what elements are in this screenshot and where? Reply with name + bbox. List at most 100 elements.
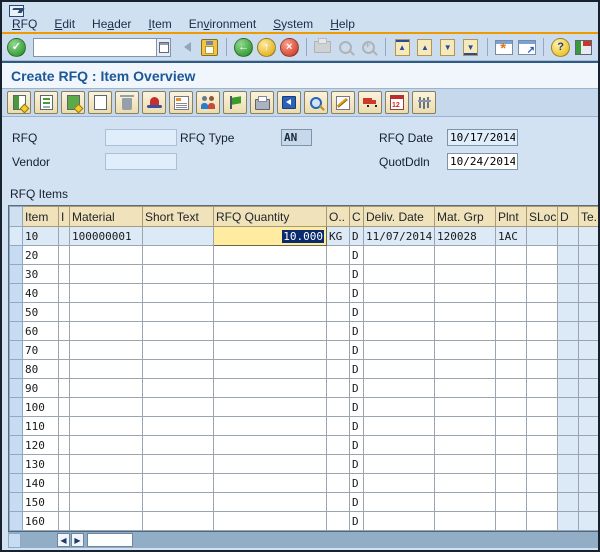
cell-material[interactable] <box>70 265 143 284</box>
cell-c[interactable]: D <box>350 265 364 284</box>
cell-mat_grp[interactable] <box>435 512 496 531</box>
cell-short_text[interactable] <box>143 360 214 379</box>
cell-plnt[interactable] <box>496 455 527 474</box>
account-assignments-button[interactable] <box>331 91 355 114</box>
cell-short_text[interactable] <box>143 303 214 322</box>
cell-rfq_quantity[interactable] <box>214 360 327 379</box>
row-selector[interactable] <box>10 341 23 360</box>
exit-button[interactable]: ↑ <box>256 36 277 58</box>
cell-item[interactable]: 150 <box>23 493 59 512</box>
cell-i[interactable] <box>59 341 70 360</box>
column-header-mat_grp[interactable]: Mat. Grp <box>435 207 496 227</box>
cell-c[interactable]: D <box>350 379 364 398</box>
row-selector[interactable] <box>10 322 23 341</box>
column-header-item[interactable]: Item <box>23 207 59 227</box>
cell-rfq_quantity[interactable] <box>214 512 327 531</box>
cell-item[interactable]: 50 <box>23 303 59 322</box>
cell-item[interactable]: 90 <box>23 379 59 398</box>
column-header-oun[interactable]: O.. <box>327 207 350 227</box>
row-selector[interactable] <box>10 379 23 398</box>
cell-material[interactable] <box>70 246 143 265</box>
cell-material[interactable] <box>70 512 143 531</box>
cell-item[interactable]: 160 <box>23 512 59 531</box>
first-page-button[interactable]: ▲ <box>392 36 413 58</box>
cell-mat_grp[interactable] <box>435 322 496 341</box>
cell-c[interactable]: D <box>350 398 364 417</box>
cell-sloc[interactable] <box>527 284 558 303</box>
cell-te[interactable] <box>579 284 600 303</box>
horizontal-scrollbar[interactable]: ◀ ▶ <box>8 531 598 548</box>
save-button[interactable] <box>200 36 221 58</box>
menu-item-header[interactable]: Header <box>92 17 131 31</box>
row-selector[interactable] <box>10 474 23 493</box>
cell-item[interactable]: 100 <box>23 398 59 417</box>
delivery-address-button[interactable] <box>358 91 382 114</box>
technical-settings-button[interactable] <box>412 91 436 114</box>
cell-plnt[interactable] <box>496 474 527 493</box>
cell-plnt[interactable] <box>496 436 527 455</box>
cell-i[interactable] <box>59 246 70 265</box>
cell-plnt[interactable]: 1AC <box>496 227 527 246</box>
cell-te[interactable] <box>579 246 600 265</box>
cell-rfq_quantity[interactable] <box>214 246 327 265</box>
cell-d[interactable] <box>558 227 579 246</box>
vendor-address-button[interactable] <box>196 91 220 114</box>
cell-oun[interactable] <box>327 284 350 303</box>
cell-oun[interactable] <box>327 303 350 322</box>
cell-short_text[interactable] <box>143 455 214 474</box>
row-selector[interactable] <box>10 265 23 284</box>
cell-te[interactable] <box>579 455 600 474</box>
cell-material[interactable] <box>70 341 143 360</box>
cell-oun[interactable] <box>327 512 350 531</box>
cell-oun[interactable] <box>327 493 350 512</box>
cell-d[interactable] <box>558 379 579 398</box>
cell-i[interactable] <box>59 455 70 474</box>
column-header-short_text[interactable]: Short Text <box>143 207 214 227</box>
cell-c[interactable]: D <box>350 436 364 455</box>
cell-item[interactable]: 120 <box>23 436 59 455</box>
cell-plnt[interactable] <box>496 341 527 360</box>
cell-short_text[interactable] <box>143 398 214 417</box>
cell-c[interactable]: D <box>350 246 364 265</box>
new-session-button[interactable] <box>494 36 515 58</box>
cell-i[interactable] <box>59 227 70 246</box>
quot-ddln-field[interactable] <box>447 153 518 170</box>
cell-mat_grp[interactable] <box>435 474 496 493</box>
cell-te[interactable] <box>579 436 600 455</box>
vendor-field[interactable] <box>105 153 177 170</box>
cell-te[interactable] <box>579 512 600 531</box>
scroll-right-button[interactable]: ▶ <box>71 533 84 547</box>
cell-plnt[interactable] <box>496 379 527 398</box>
cell-d[interactable] <box>558 417 579 436</box>
cell-sloc[interactable] <box>527 512 558 531</box>
row-selector[interactable] <box>10 303 23 322</box>
cell-te[interactable] <box>579 398 600 417</box>
select-all-header[interactable] <box>10 207 23 227</box>
cell-item[interactable]: 70 <box>23 341 59 360</box>
cell-oun[interactable] <box>327 246 350 265</box>
cell-c[interactable]: D <box>350 455 364 474</box>
cell-te[interactable] <box>579 379 600 398</box>
cell-item[interactable]: 130 <box>23 455 59 474</box>
header-texts-button[interactable] <box>169 91 193 114</box>
cell-sloc[interactable] <box>527 379 558 398</box>
cell-c[interactable]: D <box>350 341 364 360</box>
cell-short_text[interactable] <box>143 341 214 360</box>
customize-layout-button[interactable] <box>573 36 594 58</box>
cell-sloc[interactable] <box>527 246 558 265</box>
cell-i[interactable] <box>59 360 70 379</box>
row-selector[interactable] <box>10 455 23 474</box>
cell-plnt[interactable] <box>496 303 527 322</box>
cell-short_text[interactable] <box>143 246 214 265</box>
cell-deliv_date[interactable] <box>364 379 435 398</box>
cell-oun[interactable] <box>327 398 350 417</box>
row-selector[interactable] <box>10 493 23 512</box>
cell-sloc[interactable] <box>527 360 558 379</box>
cell-rfq_quantity[interactable] <box>214 398 327 417</box>
cell-plnt[interactable] <box>496 493 527 512</box>
cell-sloc[interactable] <box>527 455 558 474</box>
cell-material[interactable] <box>70 284 143 303</box>
cell-d[interactable] <box>558 455 579 474</box>
last-page-button[interactable]: ▼ <box>460 36 481 58</box>
cell-item[interactable]: 20 <box>23 246 59 265</box>
